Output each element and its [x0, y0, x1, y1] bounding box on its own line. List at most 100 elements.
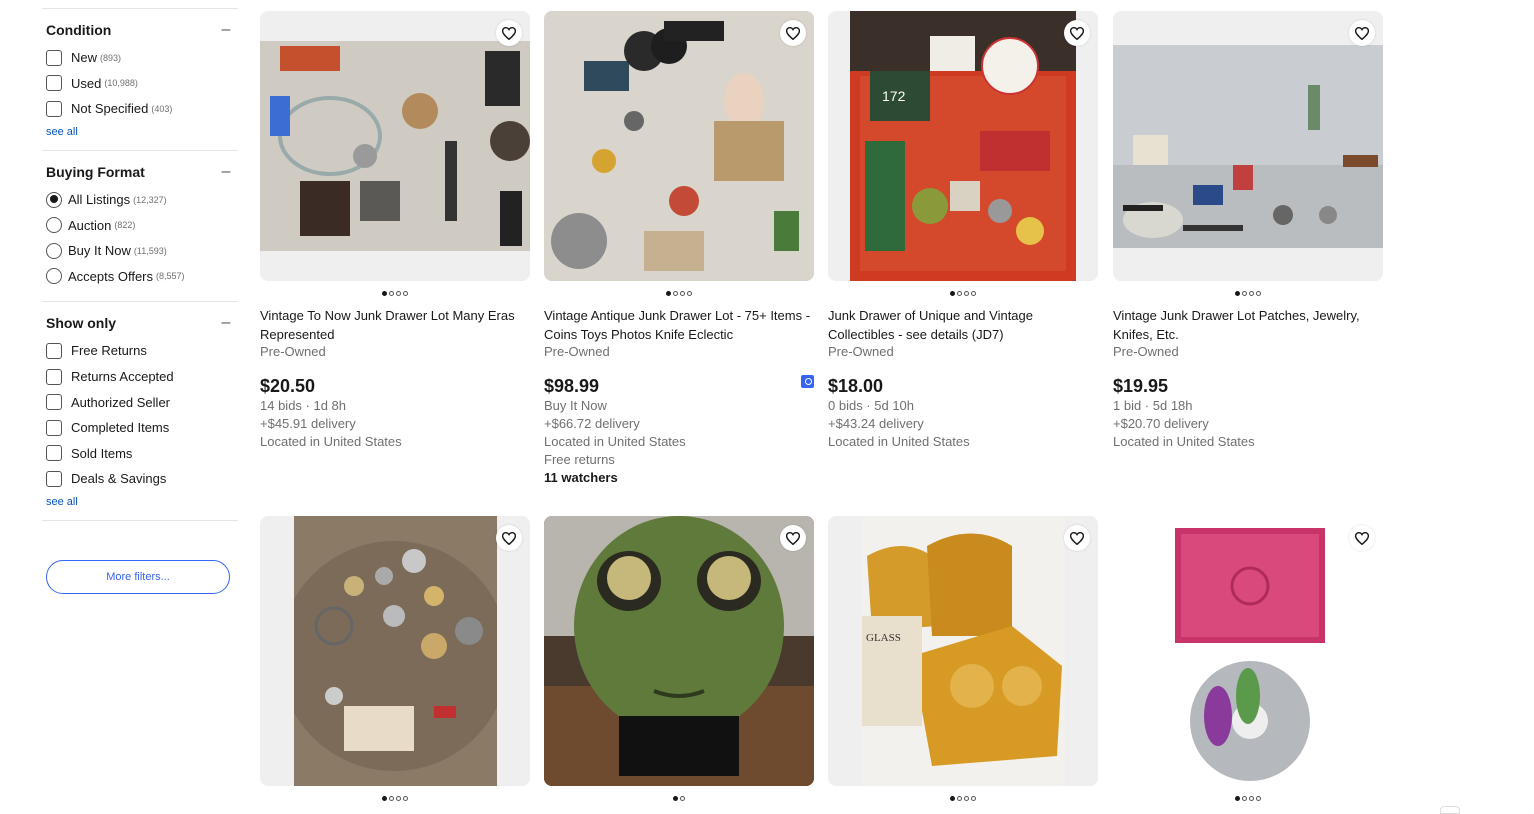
- filter-option-sold-items[interactable]: Sold Items: [46, 441, 238, 467]
- item-photo-svg: [260, 41, 530, 251]
- listing-image[interactable]: [544, 516, 814, 786]
- filter-option-not-specified[interactable]: Not Specified (403): [46, 96, 238, 122]
- listing-image[interactable]: 172: [828, 11, 1098, 281]
- listing-condition: Pre-Owned: [1113, 344, 1179, 359]
- checkbox[interactable]: [46, 49, 62, 66]
- checkbox[interactable]: [46, 394, 62, 411]
- carousel-dot[interactable]: [1249, 795, 1254, 801]
- carousel-dot[interactable]: [964, 290, 969, 296]
- carousel-dot[interactable]: [1249, 290, 1254, 296]
- listing-image[interactable]: [1113, 11, 1383, 281]
- carousel-dot[interactable]: [673, 795, 678, 801]
- carousel-dot[interactable]: [403, 290, 408, 296]
- carousel-dot[interactable]: [389, 290, 394, 296]
- radio[interactable]: [46, 242, 62, 259]
- heart-outline-icon[interactable]: [780, 20, 806, 46]
- carousel-dot[interactable]: [1256, 290, 1261, 296]
- carousel-dot[interactable]: [1242, 795, 1247, 801]
- minus-icon[interactable]: –: [218, 163, 234, 180]
- image-carousel-dots: [544, 786, 814, 810]
- see-all-link[interactable]: see all: [46, 126, 238, 138]
- more-filters-button[interactable]: More filters...: [46, 560, 230, 594]
- carousel-dot[interactable]: [1242, 290, 1247, 296]
- listing-card[interactable]: Vintage Antique Junk Drawer Lot - 75+ It…: [544, 11, 814, 487]
- listing-title[interactable]: Vintage Antique Junk Drawer Lot - 75+ It…: [544, 306, 814, 344]
- listing-card[interactable]: [260, 516, 530, 810]
- listing-title[interactable]: Vintage Junk Drawer Lot Patches, Jewelry…: [1113, 306, 1383, 344]
- checkbox[interactable]: [46, 75, 62, 92]
- filter-group-show-only-header[interactable]: Show only –: [46, 312, 238, 334]
- see-all-link[interactable]: see all: [46, 496, 238, 508]
- radio[interactable]: [46, 268, 62, 285]
- checkbox[interactable]: [46, 100, 62, 117]
- filter-option-deals-savings[interactable]: Deals & Savings: [46, 466, 238, 492]
- listing-image[interactable]: [1113, 516, 1383, 786]
- radio[interactable]: [46, 217, 62, 234]
- minus-icon[interactable]: –: [218, 315, 234, 331]
- carousel-dot[interactable]: [971, 795, 976, 801]
- scroll-to-top-tab[interactable]: [1440, 806, 1460, 814]
- carousel-dot[interactable]: [971, 290, 976, 296]
- checkbox[interactable]: [46, 419, 62, 436]
- listing-title[interactable]: Vintage To Now Junk Drawer Lot Many Eras…: [260, 306, 530, 344]
- heart-outline-icon[interactable]: [1349, 20, 1375, 46]
- filter-option-new[interactable]: New (893): [46, 45, 238, 71]
- filter-option-completed-items[interactable]: Completed Items: [46, 415, 238, 441]
- checkbox[interactable]: [46, 368, 62, 385]
- option-count: (8,557): [156, 271, 185, 282]
- listing-image[interactable]: [544, 11, 814, 281]
- carousel-dot[interactable]: [680, 795, 685, 801]
- carousel-dot[interactable]: [389, 795, 394, 801]
- heart-outline-icon[interactable]: [496, 525, 522, 551]
- carousel-dot[interactable]: [673, 290, 678, 296]
- listing-card[interactable]: GLASS: [828, 516, 1098, 810]
- carousel-dot[interactable]: [964, 795, 969, 801]
- carousel-dot[interactable]: [666, 290, 671, 296]
- listing-image[interactable]: [260, 11, 530, 281]
- listing-card[interactable]: [544, 516, 814, 810]
- filter-group-buying-format-header[interactable]: Buying Format –: [46, 161, 238, 183]
- minus-icon[interactable]: –: [218, 22, 234, 38]
- checkbox[interactable]: [46, 470, 62, 487]
- checkbox[interactable]: [46, 342, 62, 359]
- carousel-dot[interactable]: [396, 795, 401, 801]
- image-carousel-dots: [1113, 281, 1383, 305]
- carousel-dot[interactable]: [687, 290, 692, 296]
- heart-outline-icon[interactable]: [1064, 525, 1090, 551]
- carousel-dot[interactable]: [382, 795, 387, 801]
- listing-card[interactable]: [1113, 516, 1383, 810]
- listing-image[interactable]: GLASS: [828, 516, 1098, 786]
- heart-outline-icon[interactable]: [1349, 525, 1375, 551]
- filter-option-authorized-seller[interactable]: Authorized Seller: [46, 389, 238, 415]
- filter-option-accepts-offers[interactable]: Accepts Offers (8,557): [46, 264, 238, 290]
- filter-option-free-returns[interactable]: Free Returns: [46, 338, 238, 364]
- radio-selected[interactable]: [46, 191, 62, 208]
- filter-option-returns-accepted[interactable]: Returns Accepted: [46, 364, 238, 390]
- carousel-dot[interactable]: [382, 290, 387, 296]
- listing-card[interactable]: Vintage Junk Drawer Lot Patches, Jewelry…: [1113, 11, 1383, 451]
- carousel-dot[interactable]: [680, 290, 685, 296]
- carousel-dot[interactable]: [1235, 290, 1240, 296]
- carousel-dot[interactable]: [950, 795, 955, 801]
- carousel-dot[interactable]: [396, 290, 401, 296]
- heart-outline-icon[interactable]: [496, 20, 522, 46]
- filter-option-buy-it-now[interactable]: Buy It Now (11,593): [46, 238, 238, 264]
- heart-outline-icon[interactable]: [780, 525, 806, 551]
- carousel-dot[interactable]: [1256, 795, 1261, 801]
- carousel-dot[interactable]: [1235, 795, 1240, 801]
- carousel-dot[interactable]: [957, 290, 962, 296]
- filter-option-auction[interactable]: Auction (822): [46, 212, 238, 238]
- carousel-dot[interactable]: [957, 795, 962, 801]
- filter-group-condition-header[interactable]: Condition –: [46, 19, 238, 41]
- heart-outline-icon[interactable]: [1064, 20, 1090, 46]
- listing-card[interactable]: 172 Junk Drawer of Unique and Vintage Co…: [828, 11, 1098, 451]
- listing-card[interactable]: Vintage To Now Junk Drawer Lot Many Eras…: [260, 11, 530, 451]
- listing-image[interactable]: [260, 516, 530, 786]
- listing-title[interactable]: Junk Drawer of Unique and Vintage Collec…: [828, 306, 1098, 344]
- carousel-dot[interactable]: [950, 290, 955, 296]
- listing-location: Located in United States: [1113, 434, 1255, 449]
- filter-option-used[interactable]: Used (10,988): [46, 71, 238, 97]
- carousel-dot[interactable]: [403, 795, 408, 801]
- checkbox[interactable]: [46, 445, 62, 462]
- filter-option-all-listings[interactable]: All Listings (12,327): [46, 187, 238, 213]
